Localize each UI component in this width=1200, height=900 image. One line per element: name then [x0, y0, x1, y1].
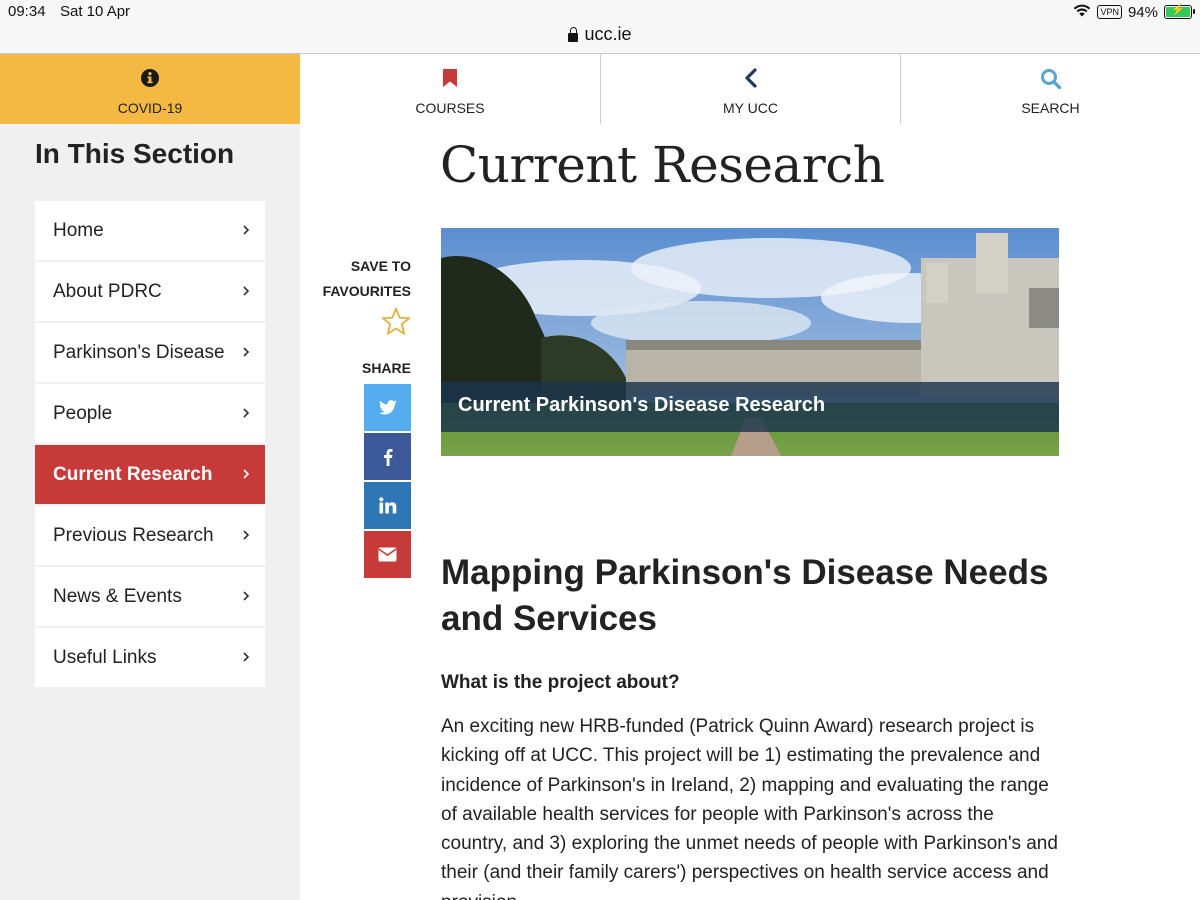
top-navigation: COVID-19 COURSES MY UCC SEARCH	[0, 54, 1200, 124]
email-icon	[378, 547, 397, 562]
save-to-favourites-label-line1[interactable]: SAVE TO	[310, 254, 411, 279]
sidebar-item-home[interactable]: Home	[35, 201, 265, 260]
sidebar-heading: In This Section	[35, 138, 235, 169]
chevron-right-icon	[243, 408, 250, 418]
chevron-right-icon	[243, 286, 250, 296]
tab-search-label: SEARCH	[1021, 100, 1080, 116]
chevron-right-icon	[243, 347, 250, 357]
page-title: Current Research	[440, 136, 885, 194]
status-bar: 09:34 Sat 10 Apr VPN 94% ⚡	[0, 0, 1200, 24]
tab-search[interactable]: SEARCH	[900, 54, 1200, 124]
sidebar-item-label: Parkinson's Disease	[53, 341, 225, 363]
battery-icon: ⚡	[1164, 4, 1195, 19]
sidebar-item-label: Current Research	[53, 463, 213, 485]
tab-covid-label: COVID-19	[117, 100, 183, 116]
chevron-right-icon	[243, 591, 250, 601]
sidebar-item-current-research[interactable]: Current Research	[35, 445, 265, 504]
share-twitter-button[interactable]	[364, 384, 411, 431]
sidebar-item-useful-links[interactable]: Useful Links	[35, 628, 265, 687]
star-icon[interactable]	[380, 306, 412, 338]
info-icon	[0, 68, 300, 90]
hero-caption: Current Parkinson's Disease Research	[458, 394, 826, 416]
project-description: An exciting new HRB-funded (Patrick Quin…	[441, 716, 1058, 900]
lock-icon	[568, 26, 579, 42]
address-bar[interactable]: ucc.ie	[0, 24, 1200, 54]
sidebar-item-about-pdrc[interactable]: About PDRC	[35, 262, 265, 321]
sidebar-item-label: News & Events	[53, 585, 182, 607]
bookmark-icon	[300, 68, 600, 90]
tab-courses[interactable]: COURSES	[300, 54, 600, 124]
chevron-right-icon	[243, 530, 250, 540]
status-time: 09:34	[8, 3, 46, 20]
tab-my-ucc-label: MY UCC	[723, 100, 778, 116]
hero-image: Current Parkinson's Disease Research	[441, 228, 1059, 456]
url-text: ucc.ie	[584, 24, 632, 44]
share-linkedin-button[interactable]	[364, 482, 411, 529]
sidebar-item-parkinsons-disease[interactable]: Parkinson's Disease	[35, 323, 265, 382]
save-to-favourites-label-line2[interactable]: FAVOURITES	[310, 279, 411, 304]
tab-covid-19[interactable]: COVID-19	[0, 54, 300, 124]
status-date: Sat 10 Apr	[60, 3, 131, 20]
twitter-icon	[378, 400, 397, 415]
sidebar-item-label: People	[53, 402, 113, 424]
share-label: SHARE	[361, 360, 411, 376]
sidebar-item-previous-research[interactable]: Previous Research	[35, 506, 265, 565]
section-subheading: What is the project about?	[441, 672, 680, 693]
vpn-badge: VPN	[1097, 5, 1122, 19]
sidebar-item-label: Home	[53, 219, 104, 241]
status-indicators: VPN 94% ⚡	[1073, 3, 1195, 21]
search-icon	[901, 68, 1200, 90]
facebook-icon	[383, 448, 392, 466]
section-sidebar: In This Section Home About PDRC Parkinso…	[0, 124, 300, 900]
sidebar-item-label: About PDRC	[53, 280, 162, 302]
tab-courses-label: COURSES	[415, 100, 485, 116]
battery-percent: 94%	[1127, 3, 1158, 21]
sidebar-item-label: Previous Research	[53, 524, 214, 546]
chevron-left-icon	[601, 68, 900, 90]
tab-my-ucc[interactable]: MY UCC	[600, 54, 900, 124]
chevron-right-icon	[243, 225, 250, 235]
sidebar-item-label: Useful Links	[53, 646, 157, 668]
chevron-right-icon	[243, 652, 250, 662]
chevron-right-icon	[243, 469, 250, 479]
sidebar-item-news-events[interactable]: News & Events	[35, 567, 265, 626]
wifi-icon	[1073, 3, 1091, 21]
section-heading: Mapping Parkinson's Disease Needs and Se…	[441, 553, 1049, 638]
share-facebook-button[interactable]	[364, 433, 411, 480]
sidebar-item-people[interactable]: People	[35, 384, 265, 443]
share-email-button[interactable]	[364, 531, 411, 578]
linkedin-icon	[378, 497, 396, 514]
